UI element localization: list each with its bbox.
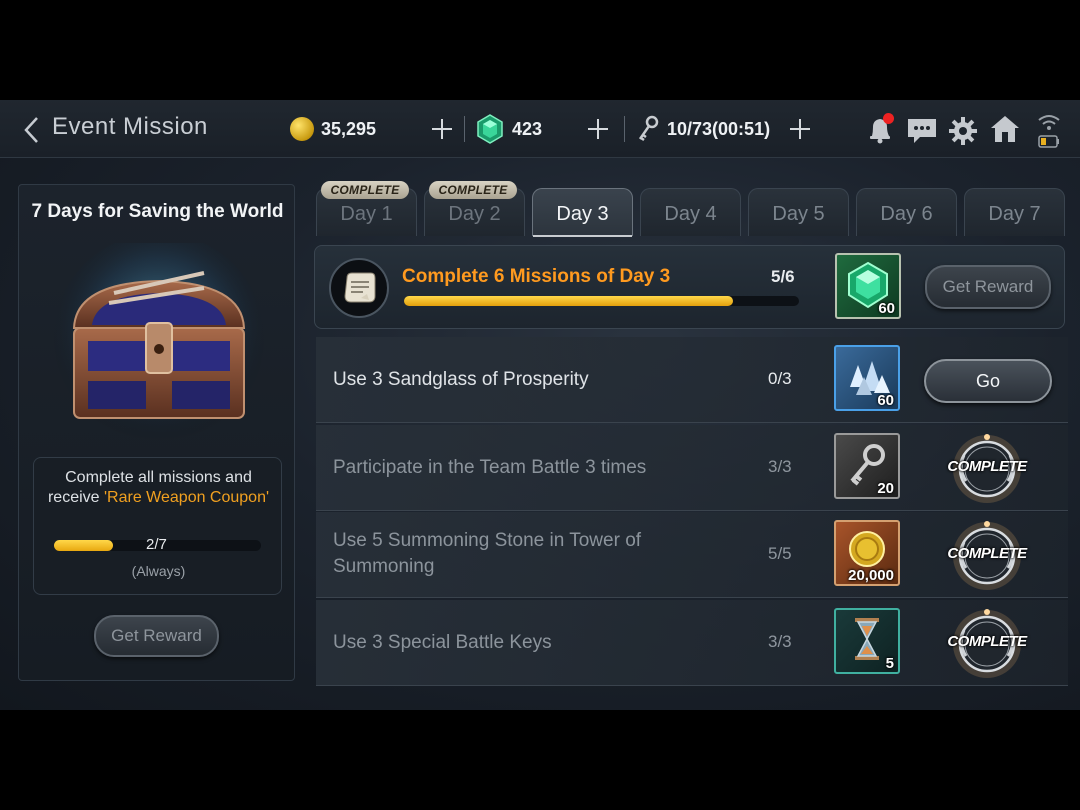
mission-title: Participate in the Team Battle 3 times bbox=[333, 457, 647, 478]
reward-name: 'Rare Weapon Coupon' bbox=[104, 489, 270, 506]
add-gem-button[interactable] bbox=[587, 118, 609, 140]
chat-icon[interactable] bbox=[906, 117, 938, 145]
mission-row: Use 3 Sandglass of Prosperity 0/3 60 Go bbox=[316, 337, 1068, 423]
complete-seal: COMPLETE bbox=[944, 516, 1030, 594]
weekly-reward-panel: 7 Days for Saving the World Complete all… bbox=[18, 184, 295, 681]
stamina-amount: 10/73(00:51) bbox=[667, 119, 771, 139]
mission-progress: 0/3 bbox=[768, 369, 792, 388]
tab-label: Day 4 bbox=[664, 203, 717, 225]
complete-label: COMPLETE bbox=[947, 633, 1027, 650]
tab-label: Day 3 bbox=[556, 203, 609, 225]
main-mission-progress-fill bbox=[404, 296, 734, 306]
complete-label: COMPLETE bbox=[947, 458, 1027, 475]
mission-progress: 5/5 bbox=[768, 544, 792, 563]
complete-seal: COMPLETE bbox=[944, 604, 1030, 682]
complete-seal: COMPLETE bbox=[944, 429, 1030, 507]
tab-label: Day 5 bbox=[772, 203, 825, 225]
top-bar: Event Mission 35,295 423 10/73(00:51) bbox=[0, 100, 1080, 158]
reward-quantity: 60 bbox=[878, 300, 895, 317]
tab-label: Day 7 bbox=[988, 203, 1041, 225]
tab-label: Day 6 bbox=[880, 203, 933, 225]
settings-gear-icon[interactable] bbox=[948, 116, 978, 146]
description-prefix: receive bbox=[47, 489, 104, 506]
reward-quantity: 5 bbox=[885, 655, 894, 672]
tab-day-5[interactable]: Day 5 bbox=[748, 188, 849, 236]
main-mission-reward[interactable]: 60 bbox=[835, 253, 901, 319]
tab-label: Day 1 bbox=[340, 203, 393, 225]
reward-quantity: 20,000 bbox=[848, 567, 894, 584]
tab-day-1[interactable]: Day 1 COMPLETE bbox=[316, 181, 417, 236]
mission-title: Use 5 Summoning Stone in Tower of Summon… bbox=[333, 530, 642, 577]
divider bbox=[624, 116, 625, 142]
mission-progress: 3/3 bbox=[768, 632, 792, 651]
go-button[interactable]: Go bbox=[924, 359, 1052, 403]
complete-badge: COMPLETE bbox=[429, 181, 517, 199]
main-mission-progress-text: 5/6 bbox=[771, 267, 795, 286]
add-gold-button[interactable] bbox=[431, 118, 453, 140]
tab-label: Day 2 bbox=[448, 203, 501, 225]
mission-reward[interactable]: 60 bbox=[834, 345, 900, 411]
weekly-progress-text: 2/7 bbox=[146, 536, 167, 553]
tab-day-7[interactable]: Day 7 bbox=[964, 188, 1065, 236]
mission-reward[interactable]: 20 bbox=[834, 433, 900, 499]
mission-title: Use 3 Sandglass of Prosperity bbox=[333, 369, 589, 390]
weekly-progress-fill bbox=[54, 540, 114, 551]
main-mission-title: Complete 6 Missions of Day 3 bbox=[402, 266, 671, 287]
main-mission-card: Complete 6 Missions of Day 3 5/6 60 Get … bbox=[314, 245, 1065, 329]
panel-title: 7 Days for Saving the World bbox=[31, 201, 284, 222]
mission-row: Use 5 Summoning Stone in Tower of Summon… bbox=[316, 512, 1068, 598]
tab-day-4[interactable]: Day 4 bbox=[640, 188, 741, 236]
green-gem-icon bbox=[477, 114, 503, 144]
tab-day-6[interactable]: Day 6 bbox=[856, 188, 957, 236]
reward-description: Complete all missions and receive 'Rare … bbox=[34, 468, 283, 508]
wifi-battery-icon bbox=[1038, 115, 1060, 148]
gold-coin-icon bbox=[290, 117, 314, 141]
scroll-icon bbox=[329, 258, 389, 318]
availability-note: (Always) bbox=[131, 563, 186, 579]
gold-amount: 35,295 bbox=[321, 119, 377, 139]
gem-amount: 423 bbox=[512, 119, 543, 139]
reward-quantity: 60 bbox=[877, 392, 894, 409]
get-mission-reward-button[interactable]: Get Reward bbox=[925, 265, 1051, 309]
mission-title: Use 3 Special Battle Keys bbox=[333, 632, 552, 653]
key-icon bbox=[638, 115, 659, 142]
reward-quantity: 20 bbox=[877, 480, 894, 497]
mission-progress: 3/3 bbox=[768, 457, 792, 476]
mission-row: Participate in the Team Battle 3 times 3/… bbox=[316, 425, 1068, 511]
description-line: Complete all missions and bbox=[65, 469, 252, 486]
page-title: Event Mission bbox=[52, 113, 208, 140]
main-mission-progress-bar bbox=[404, 296, 799, 306]
add-stamina-button[interactable] bbox=[789, 118, 811, 140]
complete-label: COMPLETE bbox=[947, 545, 1027, 562]
mission-reward[interactable]: 5 bbox=[834, 608, 900, 674]
reward-info-box: Complete all missions and receive 'Rare … bbox=[33, 457, 282, 595]
tab-day-3[interactable]: Day 3 bbox=[532, 188, 633, 237]
notification-badge bbox=[883, 113, 894, 124]
complete-badge: COMPLETE bbox=[321, 181, 409, 199]
tab-day-2[interactable]: Day 2 COMPLETE bbox=[424, 181, 525, 236]
get-weekly-reward-button[interactable]: Get Reward bbox=[94, 615, 219, 657]
treasure-chest-icon bbox=[54, 243, 264, 443]
mission-reward[interactable]: 20,000 bbox=[834, 520, 900, 586]
divider bbox=[464, 116, 465, 142]
mission-row: Use 3 Special Battle Keys 3/3 5 COMPLETE bbox=[316, 600, 1068, 686]
event-mission-screen: Event Mission 35,295 423 10/73(00:51) 7 … bbox=[0, 100, 1080, 710]
back-chevron-icon[interactable] bbox=[22, 116, 42, 144]
home-icon[interactable] bbox=[989, 114, 1021, 144]
